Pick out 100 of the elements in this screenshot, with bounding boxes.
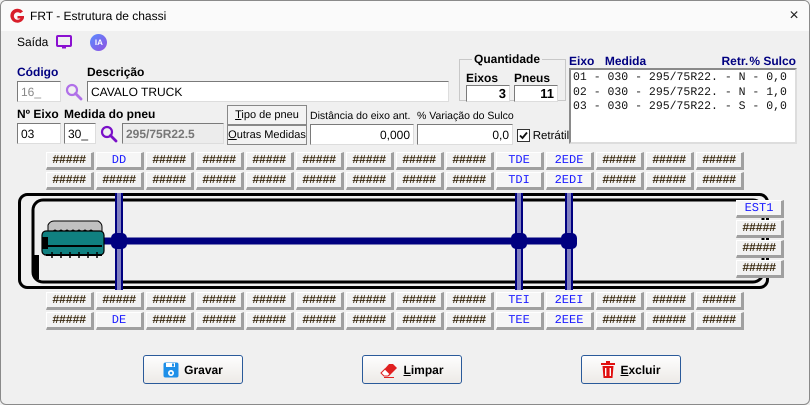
axle-number-field[interactable]: 03 bbox=[17, 123, 61, 144]
tire-slot[interactable]: ##### bbox=[96, 172, 144, 190]
tire-slot[interactable]: ##### bbox=[296, 312, 344, 330]
clear-button[interactable]: Limpar bbox=[362, 355, 462, 384]
tire-slot[interactable]: ##### bbox=[146, 152, 194, 170]
tire-slot[interactable]: ##### bbox=[396, 292, 444, 310]
field-label: Descrição bbox=[87, 66, 146, 79]
field-label: Medida do pneu bbox=[64, 108, 156, 121]
tire-slot[interactable]: ##### bbox=[346, 312, 394, 330]
tire-slot[interactable]: ##### bbox=[196, 312, 244, 330]
eraser-icon bbox=[380, 362, 398, 378]
tire-slot[interactable]: DD bbox=[96, 152, 144, 170]
tire-slot[interactable]: EST1 bbox=[736, 200, 784, 218]
monitor-icon bbox=[56, 35, 72, 49]
trash-icon bbox=[601, 361, 616, 378]
app-logo-icon bbox=[9, 8, 25, 24]
description-field[interactable]: CAVALO TRUCK bbox=[87, 81, 449, 102]
tire-slot[interactable]: 2EDE bbox=[546, 152, 594, 170]
tire-slot[interactable]: ##### bbox=[346, 152, 394, 170]
field-label: Nº Eixo bbox=[17, 108, 60, 121]
axle[interactable] bbox=[511, 193, 527, 290]
tire-slot[interactable]: ##### bbox=[696, 292, 744, 310]
tire-slot[interactable]: ##### bbox=[446, 172, 494, 190]
ai-button[interactable]: IA bbox=[90, 34, 108, 50]
tire-slot[interactable]: ##### bbox=[596, 172, 644, 190]
tire-slot[interactable]: TEE bbox=[496, 312, 544, 330]
tire-slot[interactable]: ##### bbox=[646, 292, 694, 310]
field-label: Código bbox=[17, 66, 60, 79]
column-header: Medida bbox=[604, 55, 648, 68]
tire-slot[interactable]: 2EDI bbox=[546, 172, 594, 190]
tire-slot[interactable]: 2EEE bbox=[546, 312, 594, 330]
delete-button[interactable]: Excluir bbox=[581, 355, 681, 384]
exit-menu[interactable]: Saída bbox=[17, 35, 48, 49]
window-title: FRT - Estrutura de chassi bbox=[30, 9, 168, 23]
tire-slot[interactable]: ##### bbox=[646, 152, 694, 170]
group-title: Quantidade bbox=[472, 53, 542, 66]
tire-slot[interactable]: ##### bbox=[196, 152, 244, 170]
tire-slot[interactable]: DE bbox=[96, 312, 144, 330]
tire-slot[interactable]: ##### bbox=[46, 152, 94, 170]
tire-slot[interactable]: ##### bbox=[296, 172, 344, 190]
list-item[interactable]: 03 - 030 - 295/75R22. - S - 0,0 bbox=[573, 100, 793, 114]
tire-size-code-field[interactable]: 30_ bbox=[64, 123, 96, 144]
tire-slot[interactable]: ##### bbox=[196, 172, 244, 190]
axle[interactable] bbox=[561, 193, 577, 290]
distance-field[interactable]: 0,000 bbox=[310, 124, 414, 145]
tire-slot[interactable]: ##### bbox=[736, 240, 784, 258]
tire-slot[interactable]: ##### bbox=[96, 292, 144, 310]
axle[interactable] bbox=[111, 193, 127, 290]
tire-slot[interactable]: ##### bbox=[446, 312, 494, 330]
tire-slot[interactable]: ##### bbox=[646, 312, 694, 330]
tire-slot[interactable]: ##### bbox=[246, 152, 294, 170]
tire-slot[interactable]: ##### bbox=[646, 172, 694, 190]
save-button[interactable]: Gravar bbox=[143, 355, 243, 384]
tire-slot[interactable]: TDI bbox=[496, 172, 544, 190]
tire-slot[interactable]: ##### bbox=[736, 260, 784, 278]
field-label: Eixos bbox=[466, 72, 500, 85]
tires-count-field[interactable]: 11 bbox=[514, 85, 558, 102]
tire-slot[interactable]: ##### bbox=[296, 152, 344, 170]
tire-slot[interactable]: ##### bbox=[346, 292, 394, 310]
tire-slot[interactable]: ##### bbox=[696, 312, 744, 330]
tire-slot[interactable]: ##### bbox=[736, 220, 784, 238]
tire-slot[interactable]: ##### bbox=[596, 292, 644, 310]
column-header: Eixo bbox=[569, 55, 596, 68]
tire-slot[interactable]: ##### bbox=[346, 172, 394, 190]
tire-slot[interactable]: ##### bbox=[396, 152, 444, 170]
tire-slot[interactable]: ##### bbox=[696, 152, 744, 170]
axles-count-field[interactable]: 3 bbox=[466, 85, 510, 102]
tire-slot[interactable]: ##### bbox=[396, 172, 444, 190]
list-item[interactable]: 02 - 030 - 295/75R22. - N - 1,0 bbox=[573, 86, 793, 100]
tire-slot[interactable]: ##### bbox=[46, 312, 94, 330]
column-header: Retr. bbox=[720, 55, 748, 68]
tire-slot[interactable]: 2EEI bbox=[546, 292, 594, 310]
tire-slot[interactable]: ##### bbox=[696, 172, 744, 190]
search-icon bbox=[100, 124, 118, 142]
tire-slot[interactable]: ##### bbox=[446, 292, 494, 310]
tire-slot[interactable]: ##### bbox=[46, 172, 94, 190]
tire-slot[interactable]: ##### bbox=[146, 312, 194, 330]
tire-slot[interactable]: ##### bbox=[596, 312, 644, 330]
close-button[interactable]: × bbox=[779, 7, 809, 25]
list-item[interactable]: 01 - 030 - 295/75R22. - N - 0,0 bbox=[573, 71, 793, 86]
tire-slot[interactable]: ##### bbox=[246, 292, 294, 310]
tire-slot[interactable]: ##### bbox=[446, 152, 494, 170]
tire-slot[interactable]: ##### bbox=[146, 172, 194, 190]
variation-field[interactable]: 0,0 bbox=[417, 124, 513, 145]
tire-slot[interactable]: TEI bbox=[496, 292, 544, 310]
tire-slot[interactable]: ##### bbox=[246, 172, 294, 190]
column-header: % Sulco bbox=[748, 55, 796, 68]
tire-slot[interactable]: ##### bbox=[596, 152, 644, 170]
tire-slot[interactable]: ##### bbox=[296, 292, 344, 310]
tire-slot[interactable]: ##### bbox=[46, 292, 94, 310]
tire-slot[interactable]: TDE bbox=[496, 152, 544, 170]
field-label: Distância do eixo ant. bbox=[310, 109, 412, 123]
retractable-checkbox[interactable] bbox=[516, 129, 530, 142]
tire-slot[interactable]: ##### bbox=[246, 312, 294, 330]
tire-type-button[interactable]: Tipo de pneu bbox=[227, 105, 307, 125]
other-sizes-button[interactable]: Outras Medidas bbox=[227, 125, 307, 145]
tire-slot[interactable]: ##### bbox=[396, 312, 444, 330]
tire-slot[interactable]: ##### bbox=[196, 292, 244, 310]
tire-slot[interactable]: ##### bbox=[146, 292, 194, 310]
search-icon bbox=[65, 83, 83, 101]
